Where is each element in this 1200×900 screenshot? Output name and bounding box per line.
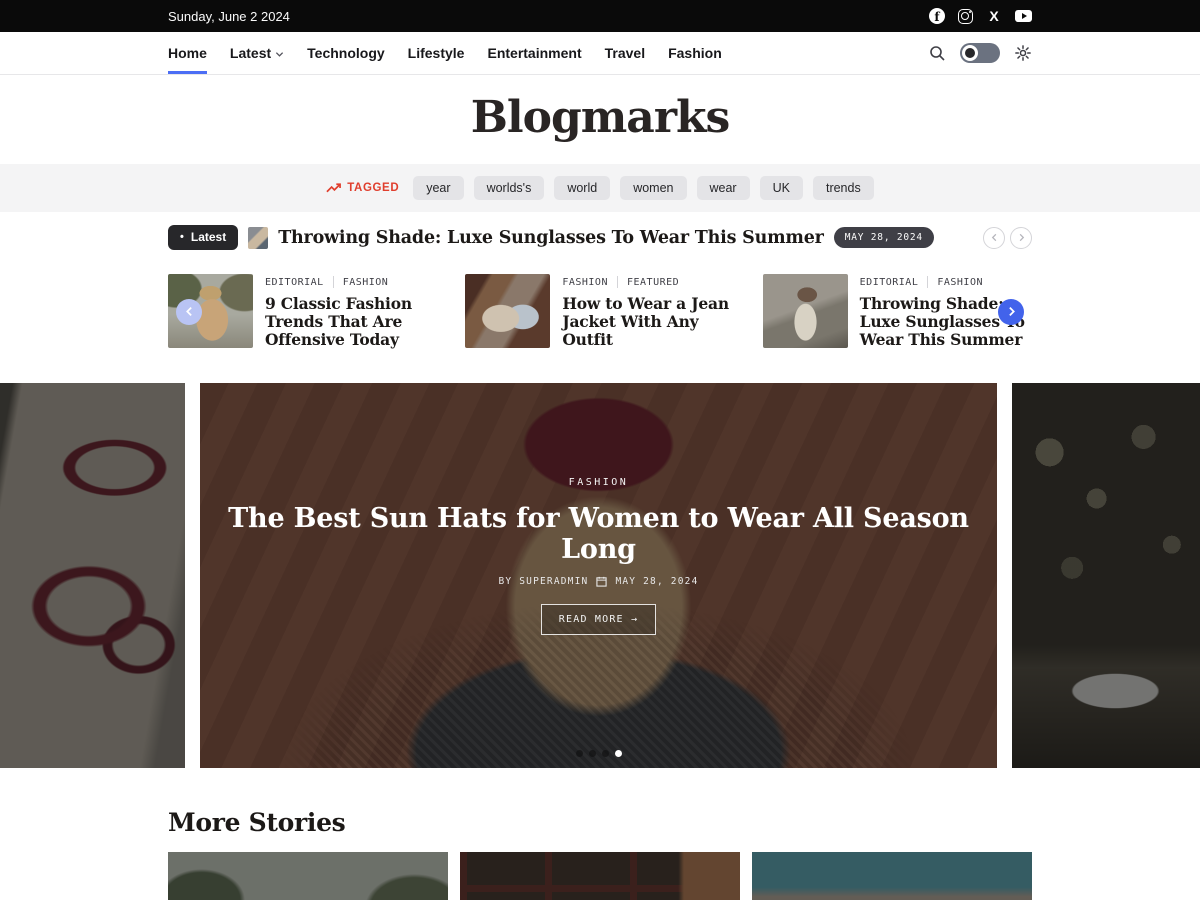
post-card[interactable]: FASHION FEATURED How to Wear a Jean Jack… [465, 274, 734, 349]
latest-badge[interactable]: Latest [168, 225, 238, 250]
hero-slider: FASHION The Best Sun Hats for Women to W… [0, 383, 1200, 768]
more-stories-section: More Stories [168, 808, 1032, 900]
search-icon[interactable] [929, 45, 946, 62]
nav-links: Home Latest Technology Lifestyle Enterta… [168, 32, 722, 74]
post-card-image[interactable] [763, 274, 848, 348]
tag-pill-wear[interactable]: wear [697, 176, 750, 200]
current-date: Sunday, June 2 2024 [168, 9, 290, 24]
x-icon[interactable] [986, 8, 1002, 24]
hero-dot-1[interactable] [576, 750, 583, 757]
nav-label: Latest [230, 45, 271, 61]
post-category[interactable]: EDITORIAL [265, 277, 324, 288]
ticker-title[interactable]: Throwing Shade: Luxe Sunglasses To Wear … [278, 228, 824, 248]
post-card[interactable]: EDITORIAL FASHION Throwing Shade: Luxe S… [763, 274, 1032, 349]
post-category[interactable]: FASHION [562, 277, 608, 288]
nav-item-technology[interactable]: Technology [307, 32, 385, 74]
ticker-next-button[interactable] [1010, 227, 1032, 249]
tagged-text: TAGGED [347, 182, 399, 194]
tag-pill-world[interactable]: world [554, 176, 610, 200]
toggle-knob [962, 45, 978, 61]
social-links [929, 8, 1032, 24]
hero-dot-2[interactable] [589, 750, 596, 757]
hero-dot-3[interactable] [602, 750, 609, 757]
post-carousel: EDITORIAL FASHION 9 Classic Fashion Tren… [168, 274, 1032, 349]
hero-byline[interactable]: BY SUPERADMIN [498, 576, 588, 587]
ticker-prev-button[interactable] [983, 227, 1005, 249]
tagged-bar: TAGGED year worlds's world women wear UK… [0, 164, 1200, 212]
top-bar: Sunday, June 2 2024 [0, 0, 1200, 32]
more-story-card-image[interactable] [168, 852, 448, 900]
tag-pill-year[interactable]: year [413, 176, 463, 200]
dark-overlay [0, 383, 185, 768]
hero-next-slide-image[interactable] [1012, 383, 1200, 768]
category-divider [927, 276, 928, 288]
nav-label: Lifestyle [408, 45, 465, 61]
hero-category[interactable]: FASHION [569, 477, 629, 488]
nav-label: Travel [605, 45, 645, 61]
nav-controls [929, 43, 1032, 63]
carousel-next-button[interactable] [998, 299, 1024, 325]
tag-pill-uk[interactable]: UK [760, 176, 803, 200]
more-story-card-image[interactable] [752, 852, 1032, 900]
category-divider [333, 276, 334, 288]
trending-up-icon [326, 182, 341, 194]
ticker-nav [983, 227, 1032, 249]
nav-item-entertainment[interactable]: Entertainment [487, 32, 581, 74]
chevron-right-icon [1006, 306, 1017, 317]
more-stories-heading: More Stories [168, 808, 1032, 837]
ticker-date-badge: MAY 28, 2024 [834, 227, 934, 248]
nav-label: Fashion [668, 45, 722, 61]
hero-date: MAY 28, 2024 [615, 576, 698, 587]
read-more-button[interactable]: READ MORE → [541, 604, 656, 635]
masthead: Blogmarks [0, 75, 1200, 164]
nav-label: Technology [307, 45, 385, 61]
dark-overlay [1012, 383, 1200, 768]
dark-mode-toggle[interactable] [960, 43, 1000, 63]
tag-pill-women[interactable]: women [620, 176, 686, 200]
main-navbar: Home Latest Technology Lifestyle Enterta… [0, 32, 1200, 75]
chevron-right-icon [1017, 233, 1026, 242]
chevron-left-icon [990, 233, 999, 242]
nav-item-travel[interactable]: Travel [605, 32, 645, 74]
post-category[interactable]: FASHION [937, 277, 983, 288]
chevron-down-icon [275, 50, 284, 59]
post-card-title[interactable]: How to Wear a Jean Jacket With Any Outfi… [562, 295, 734, 349]
latest-ticker: Latest Throwing Shade: Luxe Sunglasses T… [0, 212, 1200, 262]
instagram-icon[interactable] [958, 9, 973, 24]
nav-item-lifestyle[interactable]: Lifestyle [408, 32, 465, 74]
hero-title[interactable]: The Best Sun Hats for Women to Wear All … [200, 503, 997, 565]
ticker-thumbnail[interactable] [248, 227, 268, 249]
post-card[interactable]: EDITORIAL FASHION 9 Classic Fashion Tren… [168, 274, 437, 349]
carousel-prev-button[interactable] [176, 299, 202, 325]
facebook-icon[interactable] [929, 8, 945, 24]
hero-current-slide: FASHION The Best Sun Hats for Women to W… [200, 383, 997, 768]
post-category[interactable]: FEATURED [627, 277, 679, 288]
youtube-icon[interactable] [1015, 10, 1032, 22]
nav-label: Entertainment [487, 45, 581, 61]
tagged-label: TAGGED [326, 182, 399, 194]
chevron-left-icon [184, 306, 195, 317]
tag-pill-trends[interactable]: trends [813, 176, 874, 200]
hero-dot-4-active[interactable] [615, 750, 622, 757]
nav-item-fashion[interactable]: Fashion [668, 32, 722, 74]
hero-prev-slide-image[interactable] [0, 383, 185, 768]
nav-item-home[interactable]: Home [168, 32, 207, 74]
tag-pill-worldss[interactable]: worlds's [474, 176, 545, 200]
post-card-image[interactable] [465, 274, 550, 348]
site-logo[interactable]: Blogmarks [0, 92, 1200, 143]
post-card-title[interactable]: 9 Classic Fashion Trends That Are Offens… [265, 295, 437, 349]
category-divider [617, 276, 618, 288]
nav-label: Home [168, 45, 207, 61]
calendar-icon [596, 576, 607, 587]
post-category[interactable]: EDITORIAL [860, 277, 919, 288]
post-category[interactable]: FASHION [343, 277, 389, 288]
more-story-card-image[interactable] [460, 852, 740, 900]
hero-dots [200, 750, 997, 757]
hero-meta: BY SUPERADMIN MAY 28, 2024 [498, 576, 698, 587]
nav-item-latest[interactable]: Latest [230, 32, 284, 74]
settings-gear-icon[interactable] [1014, 44, 1032, 62]
